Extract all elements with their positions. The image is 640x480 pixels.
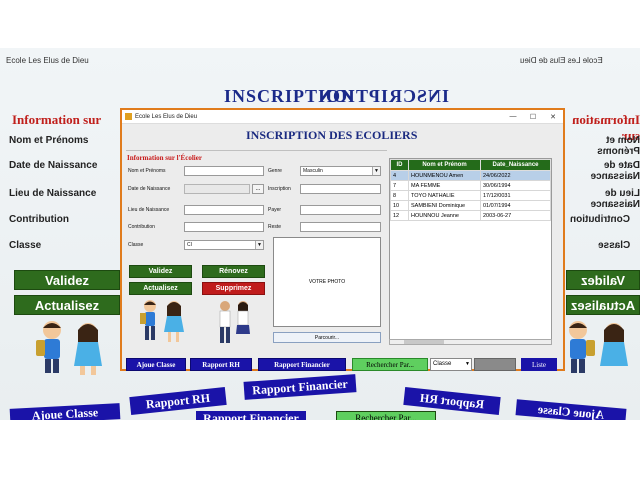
bg-label: Classe: [9, 240, 42, 251]
group-legend: Information sur l'Écolier: [126, 154, 203, 162]
window-titlebar: Ecole Les Elus de Dieu — ☐ ✕: [122, 110, 563, 124]
rapport-financier-button[interactable]: Rapport Financier: [258, 358, 346, 371]
table-row[interactable]: 4 HOUNMENOU Amen 24/06/2022: [390, 170, 551, 181]
students-illustration-icon: [219, 301, 250, 343]
lieu-field[interactable]: [184, 205, 264, 215]
bg-label: Lieu de Naissance: [9, 188, 97, 199]
genre-select[interactable]: Masculin ▼: [300, 166, 381, 176]
bg-valider-button-mirrored: Validez: [566, 270, 640, 290]
inscription-field[interactable]: [300, 184, 381, 194]
bg-actualiser-button-mirrored: Actualisez: [566, 295, 640, 315]
table-cell: 2003-06-27: [480, 210, 551, 221]
kids-illustration-icon: [36, 321, 102, 375]
students-table[interactable]: ID Nom et Prénom Date_Naissance 4 HOUNME…: [389, 158, 552, 344]
table-row[interactable]: 7 MA FEMME 30/06/1994: [390, 180, 551, 191]
nom-label: Nom et Prénoms: [128, 168, 166, 174]
contribution-field[interactable]: [184, 222, 264, 232]
search-value-field[interactable]: [474, 358, 516, 371]
liste-button[interactable]: Liste: [521, 358, 557, 371]
actualiser-button[interactable]: Actualisez: [129, 282, 192, 295]
valider-button[interactable]: Validez: [129, 265, 192, 278]
bg-label-mirrored: Date de Naissance: [590, 160, 640, 182]
genre-label: Genre: [268, 168, 282, 174]
column-header[interactable]: ID: [390, 159, 409, 171]
photo-preview: VOTRE PHOTO: [273, 237, 381, 327]
nom-field[interactable]: [184, 166, 264, 176]
inscription-label: Inscription: [268, 186, 291, 192]
table-row[interactable]: 8 TOYO NATHALIE 17/12/0031: [390, 190, 551, 201]
lieu-label: Lieu de Naissance: [128, 207, 170, 213]
date-picker-button[interactable]: ...: [252, 184, 264, 194]
minimize-button[interactable]: —: [503, 113, 523, 121]
column-header[interactable]: Date_Naissance: [480, 159, 551, 171]
close-button[interactable]: ✕: [543, 113, 563, 121]
table-row[interactable]: 10 SAMBIENI Dominique 01/07/1994: [390, 200, 551, 211]
ajoute-classe-button[interactable]: Ajoue Classe: [126, 358, 186, 371]
reste-label: Reste: [268, 224, 282, 230]
table-cell: 7: [390, 180, 409, 191]
bg-label-mirrored: Lieu de Naissance: [590, 188, 640, 210]
rapport-rh-button[interactable]: Rapport RH: [190, 358, 252, 371]
chevron-down-icon: ▼: [372, 167, 380, 175]
bg-label: Nom et Prénoms: [9, 135, 89, 146]
table-cell: HOUNMENOU Amen: [408, 170, 481, 181]
payer-field[interactable]: [300, 205, 381, 215]
payer-label: Payer: [268, 207, 282, 213]
bg-app-title-mirrored: Ecole Les Elus de Dieu: [520, 56, 603, 65]
bg-label-mirrored: Classe: [598, 240, 631, 251]
column-header[interactable]: Nom et Prénom: [408, 159, 481, 171]
top-blank: [0, 0, 640, 48]
table-cell: 01/07/1994: [480, 200, 551, 211]
maximize-button[interactable]: ☐: [523, 113, 543, 121]
inscription-window: Ecole Les Elus de Dieu — ☐ ✕ INSCRIPTION…: [120, 108, 565, 371]
bg-valider-button: Validez: [14, 270, 120, 290]
bg-actualiser-button: Actualisez: [14, 295, 120, 315]
app-icon: [125, 113, 132, 120]
page-title: INSCRIPTION DES ECOLIERS: [246, 128, 418, 142]
table-cell: 10: [390, 200, 409, 211]
kids-illustration-icon: [140, 300, 184, 342]
classe-label: Classe: [128, 242, 144, 248]
table-horizontal-scrollbar[interactable]: [389, 339, 552, 345]
window-title: Ecole Les Elus de Dieu: [135, 113, 198, 120]
contribution-label: Contribution: [128, 224, 155, 230]
table-cell: MA FEMME: [408, 180, 481, 191]
renover-button[interactable]: Rénovez: [202, 265, 265, 278]
classe-filter-select[interactable]: Classe ▼: [430, 358, 472, 371]
bg-info-heading: Information sur: [12, 112, 102, 127]
table-cell: 4: [390, 170, 409, 181]
bg-label: Contribution: [9, 214, 69, 225]
bg-label: Date de Naissance: [9, 160, 98, 171]
bg-app-title: Ecole Les Elus de Dieu: [6, 56, 89, 65]
table-cell: 17/12/0031: [480, 190, 551, 201]
bg-label-mirrored: Contribution: [570, 214, 630, 225]
date-label: Date de Naissance: [128, 186, 171, 192]
table-cell: SAMBIENI Dominique: [408, 200, 481, 211]
classe-select-value: CI: [187, 242, 192, 248]
genre-select-value: Masculin: [303, 168, 323, 174]
table-cell: 8: [390, 190, 409, 201]
table-cell: 30/06/1994: [480, 180, 551, 191]
scrollbar-thumb[interactable]: [404, 340, 444, 344]
browse-button[interactable]: Parcourir...: [273, 332, 381, 343]
table-row[interactable]: 12 HOUNNOU Jeanne 2003-06-27: [390, 210, 551, 221]
supprimer-button[interactable]: Supprimez: [202, 282, 265, 295]
chevron-down-icon: ▼: [255, 241, 263, 249]
reste-field[interactable]: [300, 222, 381, 232]
classe-select[interactable]: CI ▼: [184, 240, 264, 250]
table-cell: TOYO NATHALIE: [408, 190, 481, 201]
bg-heading-mirrored: INSCRIPTION: [318, 86, 450, 106]
date-field[interactable]: [184, 184, 250, 194]
table-cell: 12: [390, 210, 409, 221]
table-cell: HOUNNOU Jeanne: [408, 210, 481, 221]
bottom-blank: [0, 420, 640, 480]
bg-label-mirrored: Nom et Prénoms: [597, 135, 640, 157]
chevron-down-icon: ▼: [465, 361, 470, 367]
table-cell: 24/06/2022: [480, 170, 551, 181]
kids-illustration-mirrored-icon: [569, 321, 628, 373]
rechercher-button[interactable]: Rechercher Par...: [352, 358, 428, 371]
classe-filter-value: Classe: [433, 361, 452, 367]
